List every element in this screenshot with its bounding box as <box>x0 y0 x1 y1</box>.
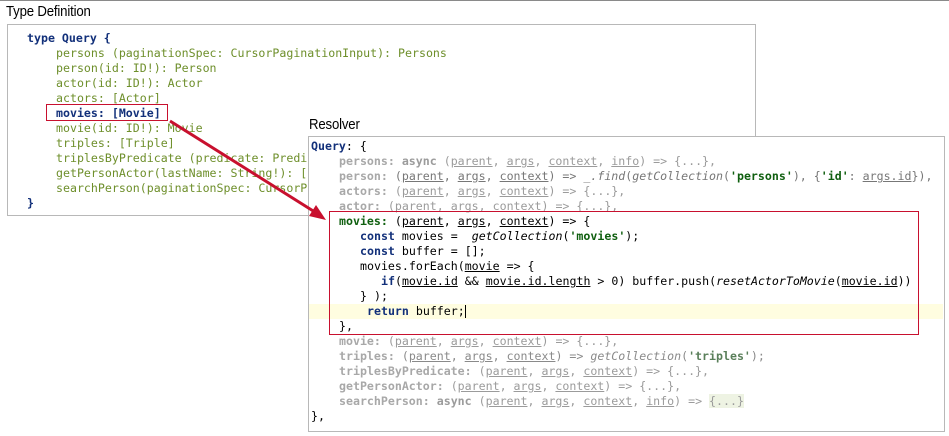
connector-arrow <box>169 119 326 220</box>
connector-arrow-head <box>309 205 326 220</box>
connector-arrow-line <box>169 119 319 216</box>
